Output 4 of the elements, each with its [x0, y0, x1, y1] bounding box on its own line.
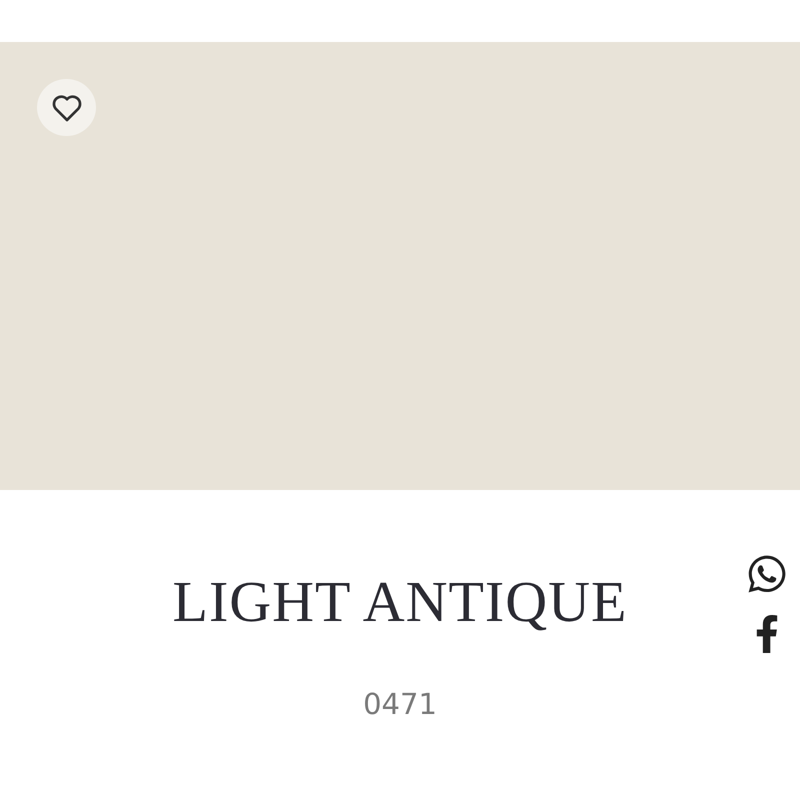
- color-name: LIGHT ANTIQUE: [172, 568, 628, 635]
- color-code: 0471: [363, 687, 437, 721]
- whatsapp-icon[interactable]: [746, 553, 788, 595]
- heart-icon: [50, 92, 82, 122]
